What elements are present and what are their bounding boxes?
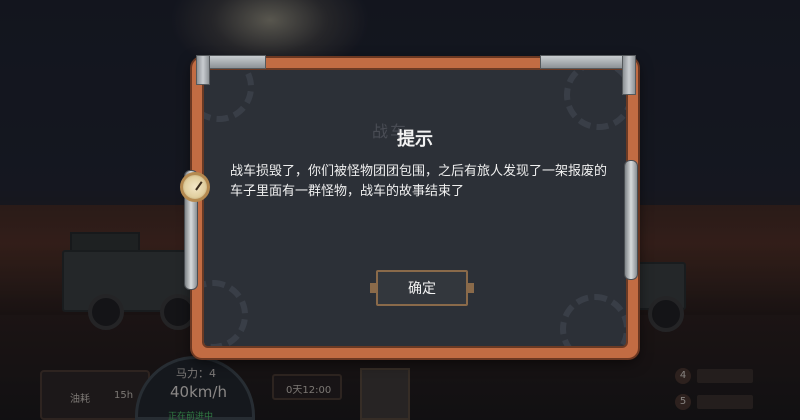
gear-icon xyxy=(560,294,626,346)
frame-pipe-top-right-vertical xyxy=(622,55,636,95)
frame-pipe-top-left-vertical xyxy=(196,55,210,85)
frame-pipe-right xyxy=(624,160,638,280)
confirm-button-label: 确定 xyxy=(408,281,436,297)
gear-icon xyxy=(204,280,248,346)
dialog-panel: 战车 提示 战车损毁了，你们被怪物团团包围，之后有旅人发现了一架报废的车子里面有… xyxy=(202,68,628,348)
button-cap-right xyxy=(468,283,474,293)
dialog-title: 提示 xyxy=(397,129,433,150)
gear-icon xyxy=(564,70,626,130)
dialog-message: 战车损毁了，你们被怪物团团包围，之后有旅人发现了一架报废的车子里面有一群怪物，战… xyxy=(230,164,608,199)
button-cap-left xyxy=(370,283,376,293)
pressure-gauge-icon xyxy=(180,172,210,202)
confirm-button[interactable]: 确定 xyxy=(370,270,474,306)
game-over-dialog: 战车 提示 战车损毁了，你们被怪物团团包围，之后有旅人发现了一架报废的车子里面有… xyxy=(192,58,638,358)
